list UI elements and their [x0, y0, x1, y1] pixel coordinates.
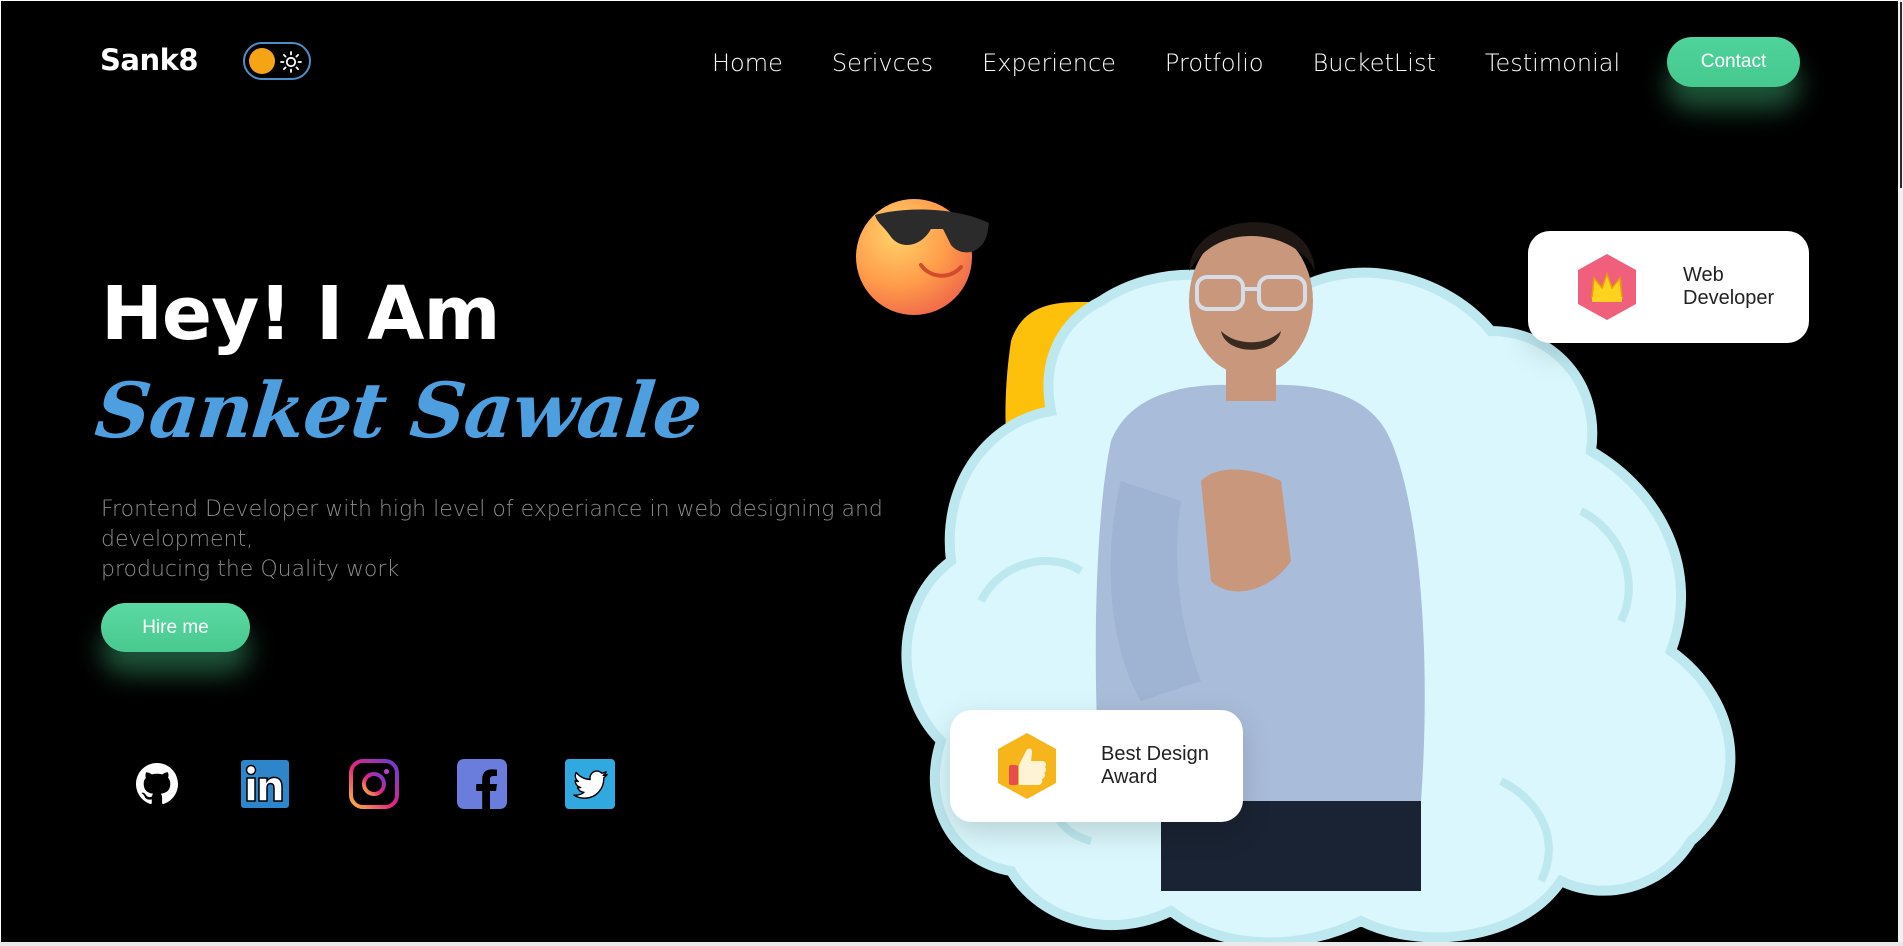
sunglasses-emoji — [856, 199, 989, 315]
best-design-award-line2: Award — [1101, 766, 1158, 788]
web-developer-line1: Web — [1683, 264, 1724, 286]
contact-button[interactable]: Contact — [1667, 37, 1800, 87]
nav-bucketlist[interactable]: BucketList — [1313, 49, 1436, 77]
web-developer-card: Web Developer — [1528, 231, 1809, 343]
thumbs-up-icon — [998, 733, 1056, 799]
web-developer-label: Web Developer — [1683, 264, 1803, 310]
hero-description: Frontend Developer with high level of ex… — [101, 495, 921, 585]
best-design-award-card: Best Design Award — [950, 710, 1243, 822]
nav-home[interactable]: Home — [712, 49, 783, 77]
hire-me-button[interactable]: Hire me — [101, 603, 250, 652]
hero-description-line1: Frontend Developer with high level of ex… — [101, 497, 883, 552]
nav-portfolio[interactable]: Protfolio — [1165, 49, 1264, 77]
best-design-award-label: Best Design Award — [1101, 743, 1241, 789]
theme-toggle[interactable] — [243, 42, 311, 80]
linkedin-icon[interactable] — [239, 758, 291, 810]
web-developer-line2: Developer — [1683, 287, 1775, 309]
nav-services[interactable]: Serivces — [832, 49, 933, 77]
github-icon[interactable] — [131, 758, 183, 810]
hero-name: Sanket Sawale — [91, 366, 706, 455]
nav-experience[interactable]: Experience — [982, 49, 1116, 77]
scrollbar-thumb[interactable] — [1900, 2, 1902, 188]
hero-greeting: Hey! I Am — [101, 271, 501, 357]
page-frame: Sank8 Home Serivces Experience Protfolio… — [1, 1, 1898, 942]
instagram-icon[interactable] — [348, 758, 400, 810]
page-scrollbar[interactable] — [1898, 0, 1903, 946]
best-design-award-line1: Best Design — [1101, 743, 1209, 765]
crown-icon — [1578, 254, 1636, 320]
toggle-knob — [249, 48, 275, 74]
twitter-icon[interactable] — [564, 758, 616, 810]
facebook-icon[interactable] — [456, 758, 508, 810]
sun-icon — [280, 51, 302, 73]
bottom-edge — [0, 942, 1903, 946]
nav-testimonial[interactable]: Testimonial — [1485, 49, 1620, 77]
hero-description-line2: producing the Quality work — [101, 557, 400, 582]
main-nav: Home Serivces Experience Protfolio Bucke… — [712, 49, 1620, 77]
site-logo[interactable]: Sank8 — [100, 43, 199, 77]
